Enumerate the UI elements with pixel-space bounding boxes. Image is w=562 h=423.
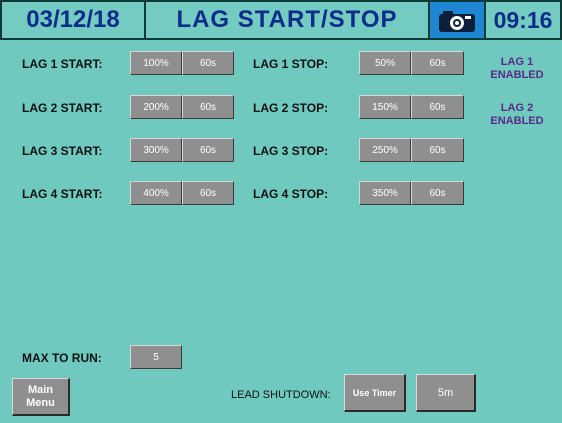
main-menu-line2: Menu	[26, 396, 55, 409]
lag-2-start-percent-button[interactable]: 200%	[130, 95, 182, 119]
main-menu-button[interactable]: Main Menu	[12, 378, 70, 416]
max-to-run-button[interactable]: 5	[130, 345, 182, 369]
lag-2-stop-delay-button[interactable]: 60s	[411, 95, 464, 119]
lag-1-stop-label: LAG 1 STOP:	[253, 57, 329, 71]
lag-4-start-label: LAG 4 START:	[22, 187, 103, 201]
lag-2-status: LAG 2 ENABLED	[487, 102, 547, 128]
lag-3-stop-delay-button[interactable]: 60s	[411, 138, 464, 162]
lag-1-start-delay-button[interactable]: 60s	[182, 51, 234, 75]
lag-1-stop-percent-button[interactable]: 50%	[359, 51, 411, 75]
max-to-run-label: MAX TO RUN:	[22, 351, 102, 365]
camera-button[interactable]	[430, 2, 484, 38]
lag-1-stop-delay-button[interactable]: 60s	[411, 51, 464, 75]
lag-2-status-state: ENABLED	[490, 115, 544, 127]
lag-3-start-delay-button[interactable]: 60s	[182, 138, 234, 162]
lag-1-status-state: ENABLED	[490, 69, 544, 81]
camera-icon	[439, 11, 475, 32]
lag-2-status-name: LAG 2	[500, 102, 534, 114]
date-display: 03/12/18	[2, 2, 144, 38]
lag-3-start-percent-button[interactable]: 300%	[130, 138, 182, 162]
lag-4-start-delay-button[interactable]: 60s	[182, 181, 234, 205]
time-display: 09:16	[486, 2, 560, 38]
lag-1-start-percent-button[interactable]: 100%	[130, 51, 182, 75]
lag-1-start-label: LAG 1 START:	[22, 57, 103, 71]
lag-2-start-delay-button[interactable]: 60s	[182, 95, 234, 119]
lag-3-stop-label: LAG 3 STOP:	[253, 144, 329, 158]
main-menu-line1: Main	[27, 383, 54, 396]
lag-2-stop-percent-button[interactable]: 150%	[359, 95, 411, 119]
lag-2-stop-label: LAG 2 STOP:	[253, 101, 329, 115]
lag-1-status-name: LAG 1	[500, 56, 534, 68]
page-title: LAG START/STOP	[146, 2, 428, 38]
header-bar: 03/12/18 LAG START/STOP 09:16	[0, 0, 562, 40]
lag-3-stop-percent-button[interactable]: 250%	[359, 138, 411, 162]
hmi-screen: 03/12/18 LAG START/STOP 09:16 LAG 1 STAR…	[0, 0, 562, 423]
lag-3-start-label: LAG 3 START:	[22, 144, 103, 158]
lag-4-stop-delay-button[interactable]: 60s	[411, 181, 464, 205]
lead-shutdown-label: LEAD SHUTDOWN:	[231, 389, 331, 401]
lag-2-start-label: LAG 2 START:	[22, 101, 103, 115]
lead-shutdown-mode-button[interactable]: Use Timer	[344, 374, 406, 412]
lag-1-status: LAG 1 ENABLED	[487, 56, 547, 82]
lag-4-stop-label: LAG 4 STOP:	[253, 187, 329, 201]
lead-shutdown-time-button[interactable]: 5m	[416, 374, 476, 412]
lag-4-stop-percent-button[interactable]: 350%	[359, 181, 411, 205]
lag-4-start-percent-button[interactable]: 400%	[130, 181, 182, 205]
